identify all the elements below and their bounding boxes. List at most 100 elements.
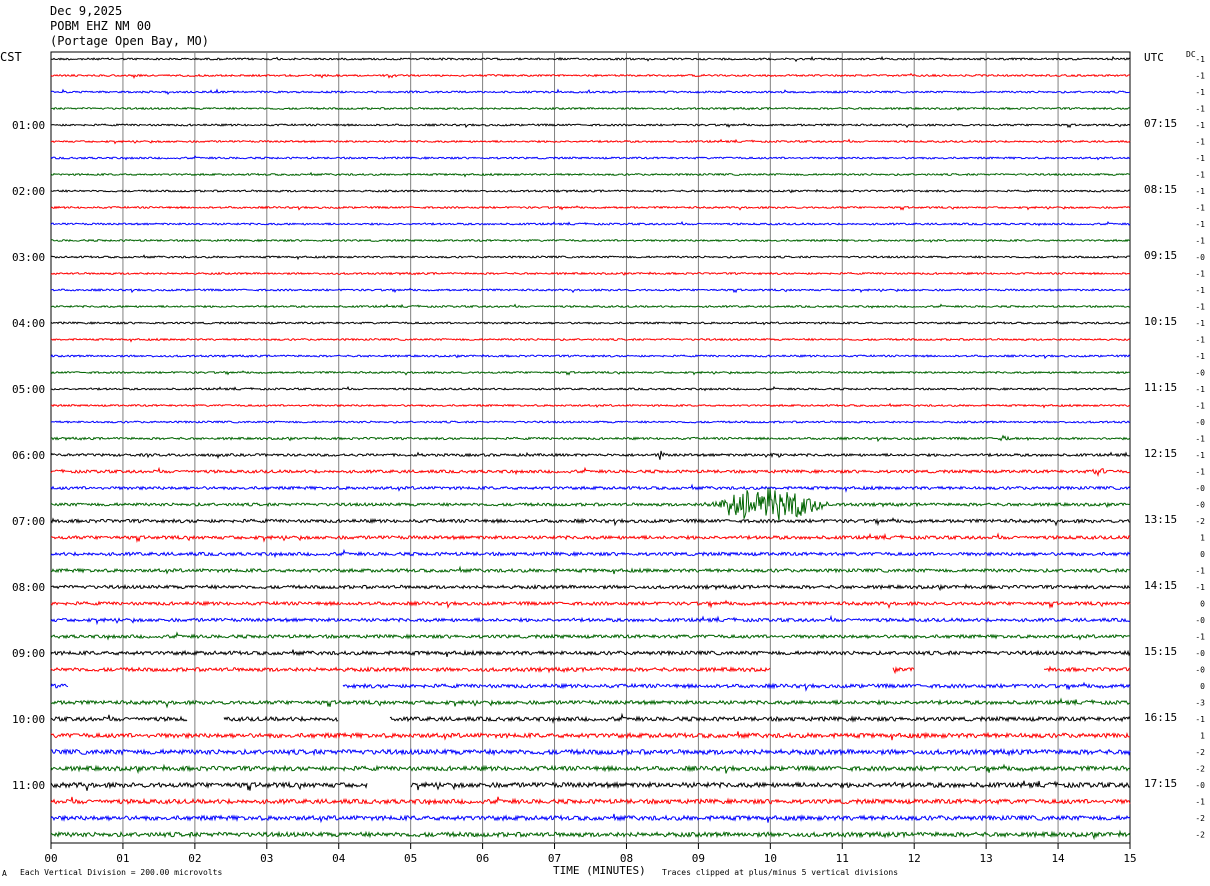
trace-row-32 [50,583,1131,592]
trace-row-33 [50,599,1131,610]
trace-row-27 [50,488,1131,521]
utc-label: 14:15 [1144,579,1177,592]
plot-frame [50,51,1131,844]
dc-offset: -1 [1195,270,1205,279]
dc-offset: -1 [1195,237,1205,246]
x-tick-label: 03 [260,852,273,865]
trace-row-26 [50,483,1131,493]
utc-label: 12:15 [1144,447,1177,460]
dc-offset: -0 [1195,649,1205,658]
dc-offset: -2 [1195,831,1205,840]
trace-row-7 [50,171,1131,178]
utc-label: UTC [1144,51,1164,64]
trace-row-46 [50,813,1131,824]
trace-row-25 [50,466,1131,477]
utc-label: 13:15 [1144,513,1177,526]
x-tick-label: 10 [764,852,777,865]
scale-note: Each Vertical Division = 200.00 microvol… [20,868,222,877]
dc-offset: -1 [1195,633,1205,642]
trace-row-1 [50,72,1131,80]
x-tick-label: 05 [404,852,417,865]
dc-offset: -1 [1195,435,1205,444]
x-tick-label: 04 [332,852,346,865]
cst-label: 07:00 [12,515,45,528]
x-tick-label: 15 [1123,852,1136,865]
x-tick-label: 11 [836,852,849,865]
dc-offset: -1 [1195,121,1205,130]
utc-label: 07:15 [1144,117,1177,130]
utc-label: 10:15 [1144,315,1177,328]
cst-label: 05:00 [12,383,45,396]
dc-offset: -1 [1195,385,1205,394]
trace-row-20 [50,385,1131,392]
dc-offset: -1 [1195,286,1205,295]
dc-offset: -2 [1195,517,1205,526]
trace-row-38 [50,681,1131,692]
dc-offset: -2 [1195,748,1205,757]
trace-row-35 [50,631,1131,641]
minute-gridlines [122,52,1059,843]
trace-row-42 [50,748,1131,757]
cst-label: 06:00 [12,449,45,462]
x-tick-label: 02 [188,852,201,865]
x-tick-label: 12 [908,852,921,865]
dc-offset: -1 [1195,303,1205,312]
trace-row-12 [50,254,1131,261]
x-tick-label: 14 [1051,852,1065,865]
trace-row-6 [50,154,1131,161]
dc-offset: -1 [1195,204,1205,213]
dc-offset: -1 [1195,336,1205,345]
utc-time-labels: UTC 07:15 08:15 09:15 10:15 11:15 12:15 13:15 14… [1144,51,1177,790]
dc-offset: -1 [1195,715,1205,724]
cst-label: 02:00 [12,185,45,198]
dc-offset: -0 [1195,484,1205,493]
utc-label: 17:15 [1144,777,1177,790]
dc-offset: -0 [1195,369,1205,378]
left-axis-label: CST [0,50,22,64]
x-axis-title: TIME (MINUTES) [553,864,646,877]
trace-row-17 [50,337,1131,343]
dc-offset: 0 [1200,682,1205,691]
trace-row-9 [50,205,1131,211]
header-location: (Portage Open Bay, MO) [50,34,209,48]
x-axis-ticks: 00 01 02 03 04 05 06 07 08 09 10 11 12 13 14 15 [44,843,1137,865]
dc-offset: -1 [1195,187,1205,196]
dc-offset: -1 [1195,468,1205,477]
dc-offset: -1 [1195,798,1205,807]
trace-row-40 [50,712,1131,724]
trace-row-28 [50,517,1131,527]
clip-note: Traces clipped at plus/minus 5 vertical … [662,868,898,877]
trace-row-14 [50,287,1131,294]
cst-time-labels: 01:00 02:00 03:00 04:00 05:00 06:00 07:00 08:00… [12,119,45,792]
seismic-traces [50,55,1131,841]
cst-label: 03:00 [12,251,45,264]
trace-row-39 [50,697,1131,709]
dc-offset: -0 [1195,666,1205,675]
trace-row-21 [51,402,1131,409]
header-date: Dec 9,2025 [50,4,122,18]
dc-offset: -1 [1195,72,1205,81]
cst-label: 01:00 [12,119,45,132]
trace-row-24 [50,450,1131,460]
dc-offset: 1 [1200,732,1205,741]
dc-offset: 0 [1200,550,1205,559]
trace-row-10 [50,220,1131,227]
trace-row-8 [50,188,1131,194]
dc-offset: -1 [1195,171,1205,180]
dc-offset: -1 [1195,583,1205,592]
utc-label: 11:15 [1144,381,1177,394]
dc-offset: 0 [1200,600,1205,609]
dc-offset: -2 [1195,814,1205,823]
dc-label: DC [1186,50,1196,59]
helicorder-plot: Dec 9,2025 POBM EHZ NM 00 (Portage Open … [0,4,1205,878]
x-tick-label: 09 [692,852,705,865]
dc-offset: -1 [1195,105,1205,114]
dc-offset: -0 [1195,781,1205,790]
trace-row-4 [50,122,1131,129]
dc-offset: -1 [1195,154,1205,163]
dc-offset: -1 [1195,220,1205,229]
trace-row-30 [50,548,1131,559]
trace-row-13 [50,271,1131,276]
dc-offset: -1 [1195,55,1205,64]
x-tick-label: 00 [44,852,57,865]
